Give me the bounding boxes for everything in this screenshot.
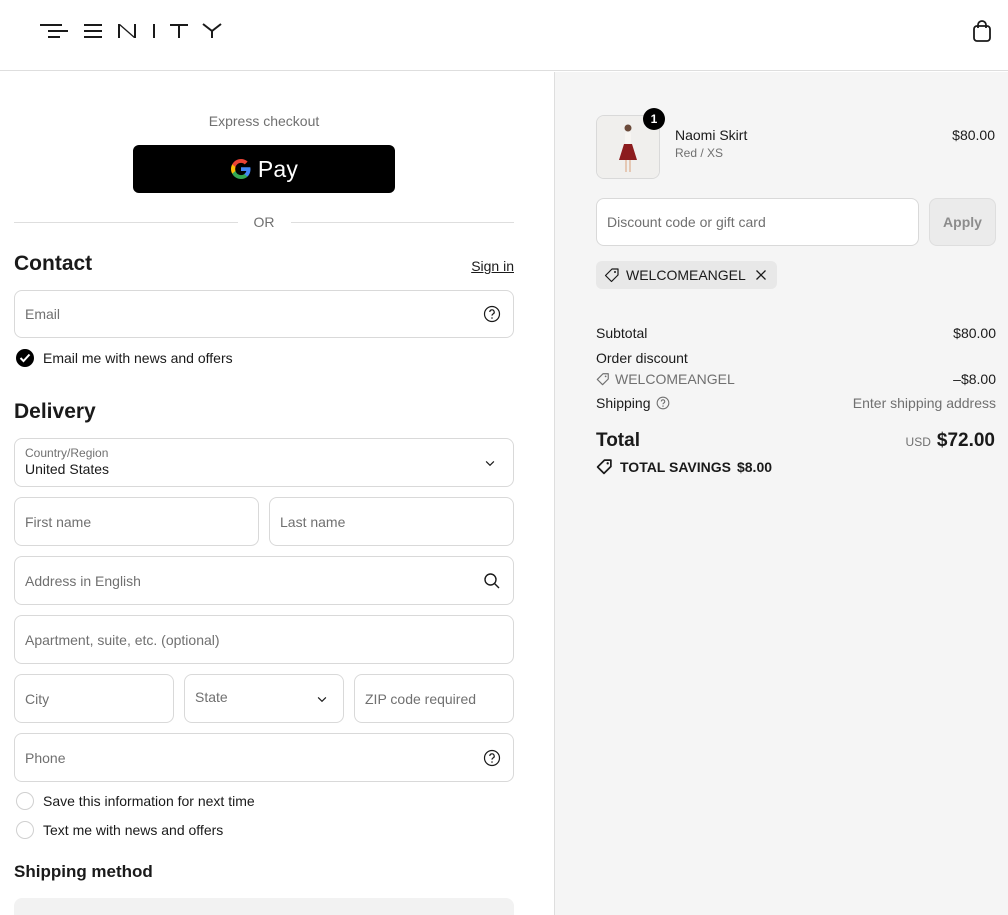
search-icon [484,572,500,588]
or-divider: OR [14,213,514,231]
brand-logo[interactable] [40,20,222,42]
total-savings: TOTAL SAVINGS $8.00 [596,458,772,475]
brand-logo-mark [40,23,222,38]
help-circle-icon[interactable] [483,305,501,323]
text-me-label: Text me with news and offers [43,822,224,838]
divider-line [14,221,238,223]
email-placeholder: Email [25,306,61,322]
state-select[interactable]: State [184,674,344,723]
discount-placeholder: Discount code or gift card [607,214,766,230]
discount-code-field[interactable]: Discount code or gift card [596,198,919,246]
tag-icon [596,459,612,475]
order-discount-row: Order discount [596,350,996,366]
phone-placeholder: Phone [25,749,66,766]
header [0,0,1008,71]
google-pay-label: Pay [257,155,299,182]
product-variant: Red / XS [675,146,724,160]
or-label: OR [253,214,275,230]
last-name-field[interactable]: Last name [269,497,514,546]
last-name-placeholder: Last name [280,513,346,530]
divider-line [290,221,514,223]
country-select[interactable]: Country/Region United States [14,438,514,487]
checkbox-checked[interactable] [16,349,34,367]
apply-button[interactable]: Apply [929,198,996,246]
total-label: Total [596,430,640,451]
country-label: Country/Region [25,446,109,460]
total-currency: USD [905,435,931,449]
savings-value: $8.00 [736,458,773,475]
chevron-down-icon [317,696,327,702]
total-value-group: USD $72.00 [906,430,995,452]
checkbox-unchecked[interactable] [16,821,34,839]
sign-in-link[interactable]: Sign in [471,258,514,274]
subtotal-label: Subtotal [596,325,648,341]
order-discount-label: Order discount [596,350,688,366]
product-price: $80.00 [952,127,995,143]
applied-discount-chip: WELCOMEANGEL [596,261,777,289]
discount-code-row: WELCOMEANGEL –$8.00 [596,371,996,389]
email-field[interactable]: Email [14,290,514,338]
subtotal-row: Subtotal $80.00 [596,325,996,341]
tag-icon [604,268,619,283]
google-pay-button[interactable]: Pay [133,145,395,193]
remove-discount-icon[interactable] [755,269,767,281]
shopping-bag-icon[interactable] [972,20,994,44]
discount-code-cell: WELCOMEANGEL [596,371,735,387]
shipping-label: Shipping [596,395,651,411]
chevron-down-icon [485,460,495,466]
express-checkout-label: Express checkout [208,113,320,129]
text-me-checkbox[interactable]: Text me with news and offers [16,821,223,839]
subtotal-value: $80.00 [953,325,996,341]
country-value: United States [25,461,110,477]
save-info-checkbox[interactable]: Save this information for next time [16,792,255,810]
phone-field[interactable]: Phone [14,733,514,782]
discount-value: –$8.00 [953,371,996,387]
first-name-placeholder: First name [25,513,92,530]
apartment-placeholder: Apartment, suite, etc. (optional) [25,631,220,648]
checkmark-icon [19,353,31,363]
applied-code-label: WELCOMEANGEL [626,267,746,283]
city-field[interactable]: City [14,674,174,723]
email-news-checkbox[interactable]: Email me with news and offers [16,349,233,367]
state-placeholder: State [195,689,228,705]
tag-icon [596,373,609,386]
save-info-label: Save this information for next time [43,793,255,809]
shipping-method-placeholder [14,898,514,915]
total-value: $72.00 [936,430,995,451]
shipping-method-heading: Shipping method [14,862,153,881]
quantity-badge: 1 [643,108,665,130]
zip-placeholder: ZIP code required [365,690,477,707]
address-placeholder: Address in English [25,572,141,589]
zip-field[interactable]: ZIP code required [354,674,514,723]
contact-heading: Contact [14,252,93,275]
product-name: Naomi Skirt [675,127,748,143]
shipping-row: Shipping Enter shipping address [596,395,996,411]
address-field[interactable]: Address in English [14,556,514,605]
shipping-value: Enter shipping address [852,395,996,411]
order-summary: 1 Naomi Skirt Red / XS $80.00 Discount c… [554,72,1008,915]
savings-label: TOTAL SAVINGS [620,458,731,475]
shipping-label-cell: Shipping [596,395,670,411]
discount-code-text: WELCOMEANGEL [615,371,735,387]
google-g-icon [230,159,251,179]
checkout-form: Express checkout Pay OR Contact Sign in … [0,72,554,915]
help-circle-icon[interactable] [656,396,670,410]
first-name-field[interactable]: First name [14,497,259,546]
delivery-heading: Delivery [14,400,96,423]
help-circle-icon[interactable] [483,749,501,767]
checkbox-unchecked[interactable] [16,792,34,810]
email-news-label: Email me with news and offers [43,350,233,366]
apartment-field[interactable]: Apartment, suite, etc. (optional) [14,615,514,664]
city-placeholder: City [25,690,50,707]
